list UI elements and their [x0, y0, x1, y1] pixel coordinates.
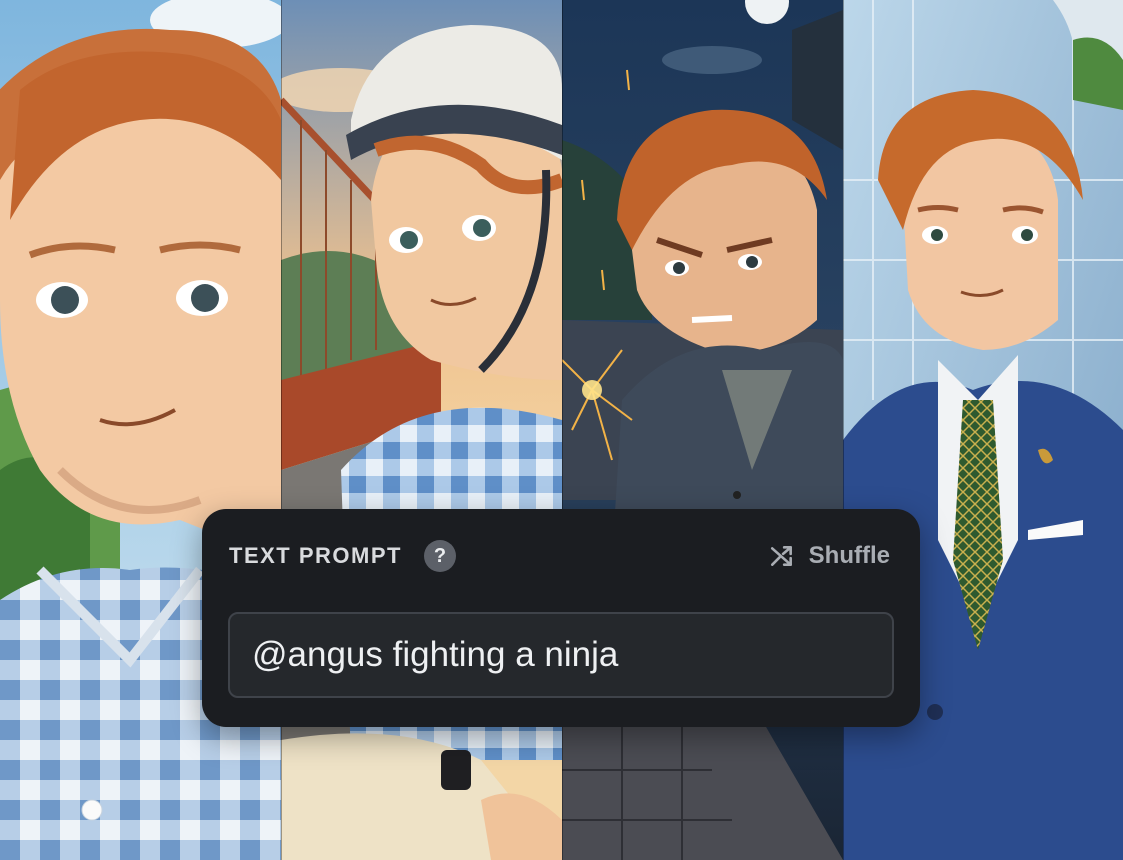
image-divider — [281, 0, 282, 860]
generated-image-4[interactable] — [843, 0, 1123, 860]
shuffle-button[interactable]: Shuffle — [769, 542, 890, 570]
text-prompt-panel: TEXT PROMPT ? Shuffle @angus fighting a … — [202, 509, 920, 727]
prompt-input[interactable]: @angus fighting a ninja — [228, 612, 894, 698]
prompt-panel-header: TEXT PROMPT ? Shuffle — [229, 539, 890, 573]
generated-image-1[interactable] — [0, 0, 281, 860]
image-1-art — [0, 0, 281, 860]
image-4-art — [843, 0, 1123, 860]
prompt-input-value: @angus fighting a ninja — [252, 635, 619, 674]
image-divider — [562, 0, 563, 860]
prompt-title-group: TEXT PROMPT ? — [229, 540, 456, 572]
question-mark-icon[interactable]: ? — [423, 540, 456, 572]
generated-image-gallery — [0, 0, 1123, 860]
prompt-title: TEXT PROMPT — [229, 543, 402, 568]
image-2-art — [281, 0, 562, 860]
image-3-art — [562, 0, 843, 860]
shuffle-label: Shuffle — [808, 542, 890, 569]
shuffle-icon — [770, 546, 792, 566]
generated-image-3[interactable] — [562, 0, 843, 860]
image-divider — [843, 0, 844, 860]
generated-image-2[interactable] — [281, 0, 562, 860]
